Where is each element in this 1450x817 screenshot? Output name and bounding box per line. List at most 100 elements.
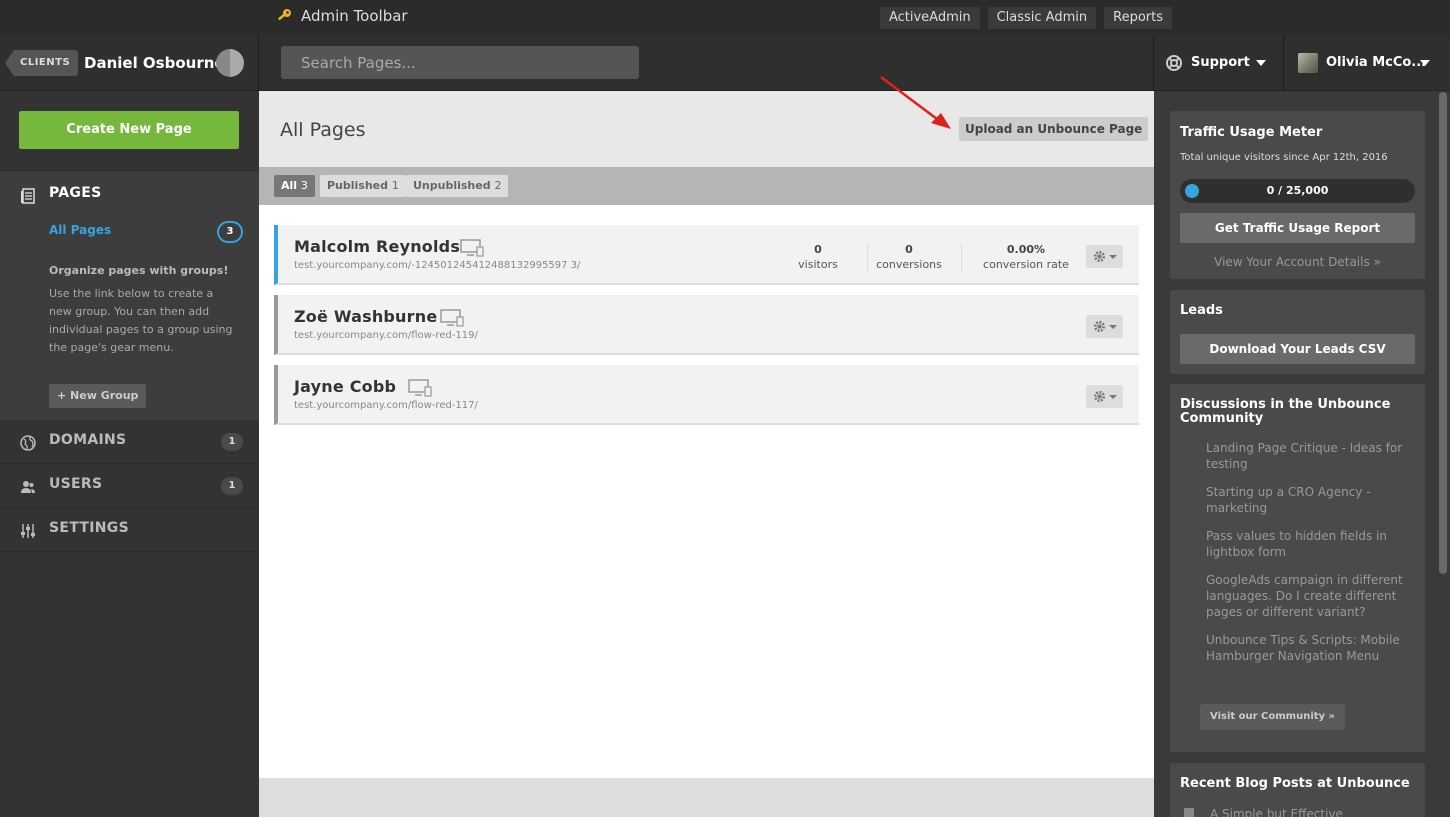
left-sidebar: Create New Page PAGES All Pages 3 Organi… (0, 91, 259, 817)
filter-all-tab[interactable]: All 3 (274, 175, 315, 197)
conversion-rate-stat: 0.00% conversion rate (978, 243, 1074, 271)
filter-published-tab[interactable]: Published 1 (320, 175, 406, 197)
page-name[interactable]: Malcolm Reynolds (294, 237, 460, 256)
visitors-stat: 0 visitors (792, 243, 844, 271)
blog-post-link[interactable]: A Simple but Effective (1210, 807, 1343, 817)
blog-panel: Recent Blog Posts at Unbounce A Simple b… (1170, 763, 1425, 817)
lifering-icon (1166, 55, 1182, 71)
blog-title: Recent Blog Posts at Unbounce (1180, 776, 1410, 791)
divider (961, 243, 962, 273)
search-input[interactable] (281, 46, 639, 79)
page-name[interactable]: Jayne Cobb (294, 377, 396, 396)
support-label: Support (1191, 55, 1250, 70)
organize-description: Use the link below to create a new group… (49, 287, 233, 354)
sidebar-item-settings[interactable]: SETTINGS (0, 508, 259, 552)
desktop-mobile-icon (460, 239, 484, 257)
filter-bar: All 3 Published 1 Unpublished 2 (259, 167, 1154, 205)
discussion-link[interactable]: GoogleAds campaign in different language… (1206, 572, 1420, 620)
all-pages-link[interactable]: All Pages (49, 223, 111, 237)
chevron-down-icon (1420, 60, 1430, 66)
visit-community-button[interactable]: Visit our Community » (1200, 704, 1345, 730)
get-traffic-report-button[interactable]: Get Traffic Usage Report (1180, 213, 1415, 243)
clients-back-button[interactable]: CLIENTS (4, 50, 79, 76)
conversions-stat: 0 conversions (874, 243, 944, 271)
gear-icon (1093, 250, 1106, 263)
client-switcher[interactable]: CLIENTS Daniel Osbourne (0, 35, 259, 91)
annotation-arrow-icon (880, 76, 951, 129)
sidebar-item-users[interactable]: USERS 1 (0, 464, 259, 508)
active-admin-link[interactable]: ActiveAdmin (879, 7, 980, 29)
reports-link[interactable]: Reports (1104, 7, 1172, 29)
pages-section: PAGES All Pages 3 Organize pages with gr… (0, 170, 259, 420)
page-title: All Pages (280, 119, 366, 141)
all-pages-count: 3 (217, 221, 243, 243)
filter-unpublished-tab[interactable]: Unpublished 2 (406, 175, 509, 197)
chevron-down-icon (1256, 60, 1266, 66)
traffic-usage-panel: Traffic Usage Meter Total unique visitor… (1170, 111, 1425, 279)
traffic-usage-title: Traffic Usage Meter (1180, 125, 1323, 140)
visitors-label: visitors (798, 258, 838, 271)
pages-label[interactable]: PAGES (49, 185, 101, 201)
pages-icon (21, 188, 35, 204)
chevron-down-icon (1109, 395, 1117, 399)
chevron-down-icon (1109, 325, 1117, 329)
users-label: USERS (49, 476, 103, 492)
discussions-panel: Discussions in the Unbounce Community La… (1170, 384, 1425, 752)
gear-menu-button[interactable] (1086, 385, 1123, 408)
client-name[interactable]: Daniel Osbourne (84, 54, 225, 72)
users-count: 1 (221, 477, 243, 495)
gear-icon (1093, 320, 1106, 333)
discussions-title: Discussions in the Unbounce Community (1180, 397, 1391, 426)
desktop-mobile-icon (440, 309, 464, 327)
upload-page-button[interactable]: Upload an Unbounce Page (959, 117, 1149, 141)
sliders-icon (21, 524, 35, 538)
visitors-value: 0 (814, 243, 822, 256)
page-row[interactable]: Jayne Cobb test.yourcompany.com/flow-red… (274, 365, 1139, 425)
divider (867, 243, 868, 273)
main-footer (259, 778, 1154, 817)
scrollbar-thumb[interactable] (1439, 92, 1447, 574)
conversions-value: 0 (905, 243, 913, 256)
right-sidebar: Traffic Usage Meter Total unique visitor… (1154, 91, 1450, 817)
user-avatar (1298, 53, 1318, 73)
domains-label: DOMAINS (49, 432, 127, 448)
domains-count: 1 (221, 433, 243, 451)
page-url[interactable]: test.yourcompany.com/flow-red-117/ (294, 400, 478, 411)
discussion-link[interactable]: Landing Page Critique - Ideas for testin… (1206, 440, 1420, 472)
sidebar-item-domains[interactable]: DOMAINS 1 (0, 420, 259, 464)
new-group-button[interactable]: + New Group (49, 384, 147, 408)
admin-toolbar-title: Admin Toolbar (301, 7, 408, 25)
view-account-details-link[interactable]: View Your Account Details » (1170, 255, 1425, 269)
leads-title: Leads (1180, 303, 1223, 318)
conversions-label: conversions (876, 258, 942, 271)
page-name[interactable]: Zoë Washburne (294, 307, 437, 326)
page-url[interactable]: test.yourcompany.com/-124501245412488132… (294, 260, 580, 271)
settings-label: SETTINGS (49, 520, 129, 536)
conversion-rate-value: 0.00% (1006, 243, 1046, 256)
page-row[interactable]: Malcolm Reynolds test.yourcompany.com/-1… (274, 225, 1139, 285)
support-menu[interactable]: Support (1153, 35, 1284, 91)
chevron-down-icon (1109, 255, 1117, 259)
traffic-usage-meter: 0 / 25,000 (1180, 179, 1415, 203)
discussion-link[interactable]: Pass values to hidden fields in lightbox… (1206, 528, 1420, 560)
conversion-rate-label: conversion rate (983, 258, 1069, 271)
organize-title: Organize pages with groups! (49, 264, 229, 277)
page-url[interactable]: test.yourcompany.com/flow-red-119/ (294, 330, 478, 341)
user-menu[interactable]: Olivia McCo... (1284, 35, 1450, 91)
app-header: CLIENTS Daniel Osbourne Support Olivia M… (0, 35, 1450, 91)
page-row[interactable]: Zoë Washburne test.yourcompany.com/flow-… (274, 295, 1139, 355)
document-icon (1184, 808, 1194, 817)
globe-icon (20, 435, 36, 451)
download-leads-button[interactable]: Download Your Leads CSV (1180, 334, 1415, 364)
gear-menu-button[interactable] (1086, 315, 1123, 338)
leads-panel: Leads Download Your Leads CSV (1170, 290, 1425, 374)
gear-menu-button[interactable] (1086, 245, 1123, 268)
discussion-link[interactable]: Starting up a CRO Agency - marketing (1206, 484, 1420, 516)
desktop-mobile-icon (408, 379, 432, 397)
discussion-list: Landing Page Critique - Ideas for testin… (1206, 440, 1420, 676)
classic-admin-link[interactable]: Classic Admin (987, 7, 1097, 29)
traffic-usage-subtitle: Total unique visitors since Apr 12th, 20… (1180, 152, 1388, 163)
client-avatar[interactable] (216, 49, 244, 77)
discussion-link[interactable]: Unbounce Tips & Scripts: Mobile Hamburge… (1206, 632, 1420, 664)
create-new-page-button[interactable]: Create New Page (19, 111, 239, 149)
